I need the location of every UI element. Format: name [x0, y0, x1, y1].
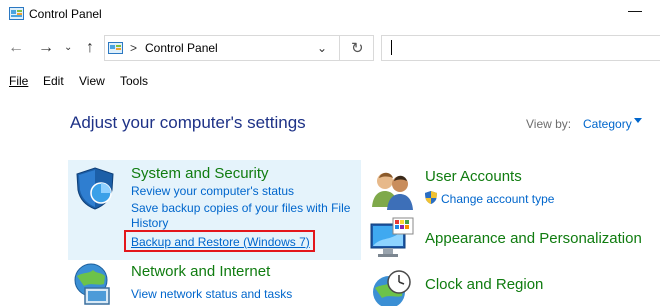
forward-arrow-icon[interactable]: → — [38, 39, 54, 57]
menu-file[interactable]: File — [9, 74, 28, 88]
menu-view-label: View — [79, 74, 105, 88]
text-caret — [391, 40, 392, 55]
uac-shield-icon — [425, 191, 437, 204]
menu-edit[interactable]: Edit — [43, 74, 64, 88]
view-by-dropdown[interactable]: Category — [583, 117, 632, 131]
menu-edit-label: Edit — [43, 74, 64, 88]
minimize-button[interactable]: — — [628, 2, 642, 18]
link-review-status[interactable]: Review your computer's status — [131, 184, 294, 198]
back-arrow-icon[interactable]: ← — [8, 39, 24, 57]
recent-locations-chevron-icon[interactable]: ⌄ — [64, 42, 72, 53]
users-icon — [372, 172, 413, 210]
page-title: Adjust your computer's settings — [70, 113, 306, 132]
monitor-icon — [370, 217, 414, 257]
category-title-network[interactable]: Network and Internet — [131, 263, 270, 280]
link-network-status[interactable]: View network status and tasks — [131, 287, 292, 301]
category-title-user-accounts[interactable]: User Accounts — [425, 168, 522, 185]
search-input[interactable] — [381, 35, 660, 61]
link-change-account-type[interactable]: Change account type — [441, 192, 554, 206]
breadcrumb-separator[interactable]: > — [130, 41, 137, 55]
category-title-system-security[interactable]: System and Security — [131, 165, 269, 182]
menu-view[interactable]: View — [79, 74, 105, 88]
address-bar[interactable] — [104, 35, 340, 61]
breadcrumb-control-panel[interactable]: Control Panel — [145, 41, 218, 55]
menu-tools-label: Tools — [120, 74, 149, 88]
chevron-down-icon[interactable]: ⌄ — [317, 41, 327, 55]
control-panel-icon — [108, 42, 123, 54]
clock-globe-icon — [373, 270, 411, 306]
control-panel-icon — [9, 7, 24, 20]
menu-tools[interactable]: Tools — [120, 74, 148, 88]
view-by-label: View by: — [526, 117, 572, 131]
annotation-highlight-box — [124, 230, 315, 252]
category-title-appearance[interactable]: Appearance and Personalization — [425, 230, 642, 247]
link-file-history[interactable]: Save backup copies of your files with Fi… — [131, 201, 361, 231]
category-title-clock-region[interactable]: Clock and Region — [425, 276, 543, 293]
shield-icon — [76, 167, 114, 210]
caret-down-icon[interactable] — [634, 118, 642, 123]
window-title: Control Panel — [29, 7, 102, 21]
globe-network-icon — [74, 263, 110, 305]
menu-file-label: File — [9, 74, 29, 88]
up-arrow-icon[interactable]: ↑ — [86, 39, 94, 57]
refresh-icon[interactable]: ↻ — [351, 39, 364, 57]
